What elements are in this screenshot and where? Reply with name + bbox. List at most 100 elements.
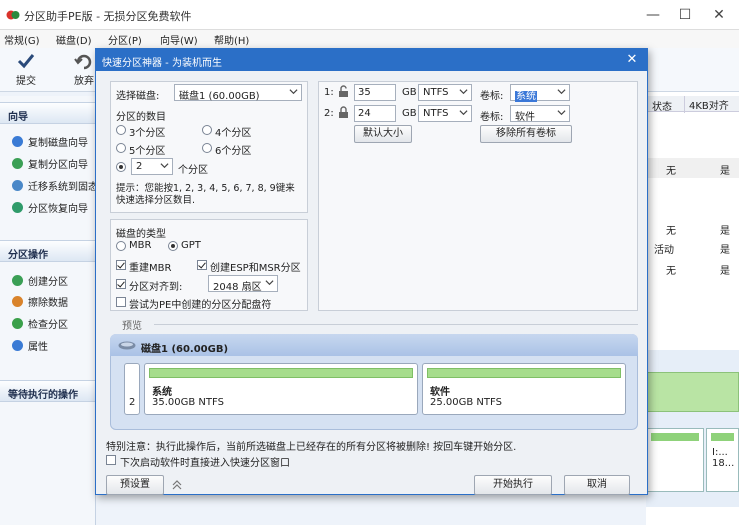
size-unit: GB: [402, 87, 417, 98]
cancel-button[interactable]: 取消: [564, 475, 630, 495]
align-cell: 是: [720, 245, 730, 256]
try-pe-letters-checkbox[interactable]: [116, 297, 126, 307]
sidebar-item-copy-partition[interactable]: 复制分区向导: [12, 156, 96, 172]
default-size-button[interactable]: 默认大小: [354, 125, 412, 143]
partition-tile[interactable]: [646, 428, 704, 492]
partition-size-input[interactable]: 35: [354, 84, 396, 101]
partition-tile-bar: [711, 433, 734, 441]
align-sectors-select[interactable]: 2048 扇区: [208, 275, 278, 293]
radio-6-partitions[interactable]: [202, 143, 212, 153]
menu-wizard[interactable]: 向导(W): [160, 32, 198, 47]
menubar: 常规(G) 磁盘(D) 分区(P) 向导(W) 帮助(H): [0, 30, 739, 48]
status-cell: 活动: [654, 245, 674, 256]
preview-partition-detail: 25.00GB NTFS: [430, 397, 502, 408]
double-chevron-up-icon[interactable]: [172, 480, 182, 490]
unlock-icon[interactable]: [338, 85, 349, 98]
partition-size-input[interactable]: 24: [354, 105, 396, 122]
warning-text: 特别注意：执行此操作后，当前所选磁盘上已经存在的所有分区将被删除! 按回车键开始…: [106, 442, 517, 453]
filesystem-select[interactable]: NTFS: [418, 84, 472, 101]
dialog-title: 快速分区神器 - 为装机而生: [102, 58, 222, 69]
preview-index: 2: [129, 397, 136, 408]
partition-recovery-icon: [12, 202, 23, 213]
filesystem-select[interactable]: NTFS: [418, 105, 472, 122]
chevron-down-icon: [289, 89, 298, 95]
sidebar-item-create-partition[interactable]: 创建分区: [12, 273, 96, 289]
sidebar-item-migrate-os[interactable]: 迁移系统到固态: [12, 178, 96, 194]
dialog-close-button[interactable]: ✕: [622, 51, 642, 69]
chevron-down-icon: [265, 280, 274, 286]
radio-3-partitions[interactable]: [116, 125, 126, 135]
size-unit: GB: [402, 108, 417, 119]
radio-mbr[interactable]: [116, 241, 126, 251]
minimize-button[interactable]: —: [640, 4, 666, 26]
radio-5-partitions[interactable]: [116, 143, 126, 153]
sidebar-item-partition-recovery[interactable]: 分区恢复向导: [12, 200, 96, 216]
align-cell: 是: [720, 166, 730, 177]
align-cell: 是: [720, 226, 730, 237]
align-cell: 是: [720, 266, 730, 277]
start-execute-button[interactable]: 开始执行: [474, 475, 552, 495]
partition-index: 2:: [324, 108, 334, 119]
submit-label: 提交: [16, 76, 36, 87]
close-button[interactable]: ✕: [706, 4, 732, 26]
volume-label-value: 系统: [515, 91, 537, 102]
radio-6-partitions-label: 6个分区: [215, 146, 252, 157]
sidebar-item-check-partition[interactable]: 检查分区: [12, 316, 96, 332]
preview-divider: [154, 324, 638, 325]
disk-select-value: 磁盘1 (60.00GB): [179, 91, 260, 102]
submit-button[interactable]: 提交: [6, 52, 46, 90]
wipe-data-icon: [12, 296, 23, 307]
pending-ops-header: 等待执行的操作: [0, 380, 96, 402]
column-header-4k-align[interactable]: 4KB对齐: [684, 96, 733, 113]
menu-disk[interactable]: 磁盘(D): [56, 32, 92, 47]
create-esp-msr-checkbox[interactable]: [197, 260, 207, 270]
partition-bar: [149, 368, 413, 378]
chevron-down-icon: [160, 163, 169, 169]
wizard-section-header[interactable]: 向导: [0, 102, 96, 124]
status-cell: 无: [666, 226, 676, 237]
radio-4-partitions[interactable]: [202, 125, 212, 135]
app-title: 分区助手PE版 - 无损分区免费软件: [24, 10, 192, 23]
app-logo-icon: [6, 10, 20, 20]
partition-bar: [427, 368, 621, 378]
filesystem-value: NTFS: [423, 87, 449, 98]
sidebar-item-wipe-data[interactable]: 擦除数据: [12, 294, 96, 310]
align-partitions-checkbox[interactable]: [116, 279, 126, 289]
disk-type-label: 磁盘的类型: [116, 229, 166, 240]
try-pe-letters-label: 尝试为PE中创建的分区分配盘符: [129, 300, 272, 311]
menu-partition[interactable]: 分区(P): [108, 32, 142, 47]
preset-button[interactable]: 预设置: [106, 475, 164, 495]
migrate-os-icon: [12, 180, 23, 191]
column-header-status[interactable]: 状态: [652, 98, 672, 113]
preview-partition-name: 系统: [152, 387, 172, 398]
lock-icon[interactable]: [338, 106, 349, 119]
radio-custom-partitions[interactable]: [116, 162, 126, 172]
partition-count-label: 分区的数目: [116, 112, 166, 123]
partition-count-select[interactable]: 2: [131, 158, 173, 175]
next-boot-checkbox[interactable]: [106, 455, 116, 465]
disk-partition-bar[interactable]: [646, 372, 739, 412]
menu-help[interactable]: 帮助(H): [214, 32, 249, 47]
partition-index: 1:: [324, 87, 334, 98]
maximize-button[interactable]: ☐: [672, 4, 698, 26]
volume-label-value: 软件: [515, 112, 535, 123]
shortcut-tip: 提示：您能按1, 2, 3, 4, 5, 6, 7, 8, 9键来快速选择分区数…: [116, 183, 295, 206]
chevron-down-icon: [459, 110, 468, 116]
volume-label-input[interactable]: 系统: [510, 84, 570, 102]
sidebar-item-properties[interactable]: 属性: [12, 338, 96, 354]
remove-labels-button[interactable]: 移除所有卷标: [480, 125, 572, 143]
chevron-down-icon: [557, 89, 566, 95]
rebuild-mbr-checkbox[interactable]: [116, 260, 126, 270]
radio-gpt[interactable]: [168, 241, 178, 251]
volume-label-input[interactable]: 软件: [510, 105, 570, 123]
ops-section-header[interactable]: 分区操作: [0, 240, 96, 262]
menu-general[interactable]: 常规(G): [4, 32, 40, 47]
radio-3-partitions-label: 3个分区: [129, 128, 166, 139]
disk-select[interactable]: 磁盘1 (60.00GB): [174, 84, 302, 102]
radio-4-partitions-label: 4个分区: [215, 128, 252, 139]
partition-tile-text: I:... 18...: [712, 447, 734, 469]
tile-text-line: I:...: [712, 447, 728, 458]
preview-partition-detail: 35.00GB NTFS: [152, 397, 224, 408]
partition-tile-bar: [651, 433, 699, 441]
sidebar-item-copy-disk[interactable]: 复制磁盘向导: [12, 134, 96, 150]
